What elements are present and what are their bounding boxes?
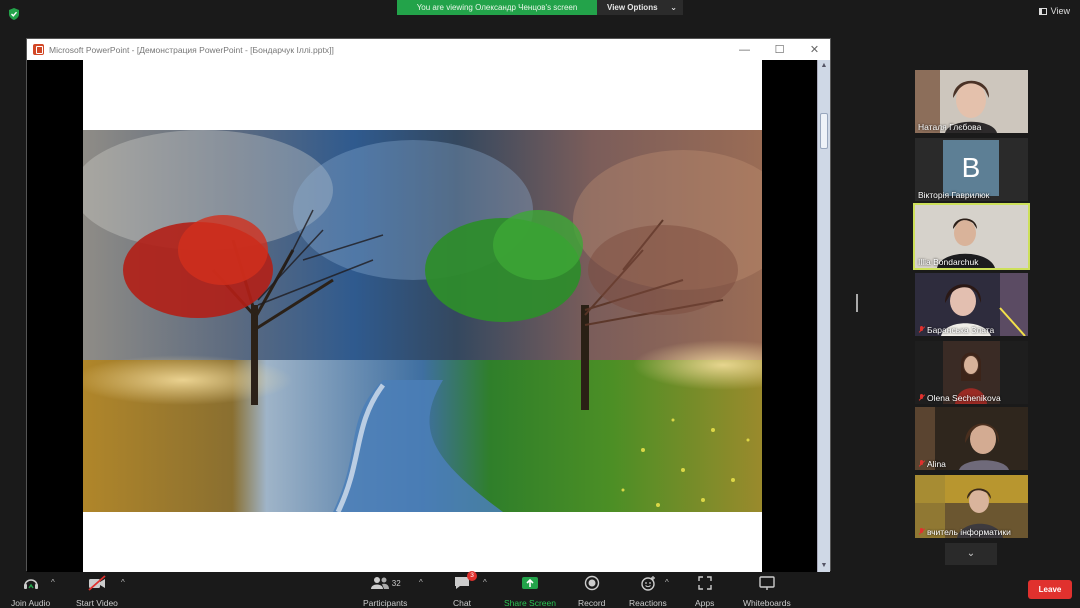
reactions-options-caret[interactable]: ^ [665,578,669,587]
participant-name: Баранська Злата [918,325,994,335]
powerpoint-window-title: Microsoft PowerPoint - [Демонстрация Pow… [49,44,334,55]
participant-tile[interactable]: Баранська Злата [915,273,1028,336]
mic-muted-icon [918,528,925,536]
join-audio-button[interactable]: Join Audio [11,574,50,608]
powerpoint-titlebar: Microsoft PowerPoint - [Демонстрация Pow… [27,39,830,60]
apps-label: Apps [695,598,715,608]
record-button[interactable]: Record [578,574,605,608]
participant-tile[interactable]: Наталя Глєбова [915,70,1028,133]
view-options-button[interactable]: View Options ⌄ [597,0,683,15]
video-off-icon [87,574,107,592]
reactions-button[interactable]: Reactions [629,574,667,608]
participants-count: 32 [391,578,401,588]
scroll-participants-down-button[interactable]: ⌄ [945,543,997,565]
view-options-label: View Options [607,3,658,12]
viewing-screen-label: You are viewing Олександр Ченцов's scree… [397,0,597,15]
chat-icon: 3 [453,571,477,592]
shield-icon[interactable] [7,7,21,21]
participant-name: Наталя Глєбова [918,122,982,132]
mic-muted-icon [918,394,925,402]
participant-name: Вікторія Гаврилюк [918,190,990,200]
share-screen-button[interactable]: Share Screen [504,574,556,608]
chat-button[interactable]: 3 Chat [453,571,477,608]
participant-name: Alina [918,459,946,469]
mic-muted-icon [918,460,925,468]
start-video-button[interactable]: Start Video [76,574,118,608]
mic-muted-icon [918,326,925,334]
scroll-thumb[interactable] [820,113,828,149]
record-icon [584,574,600,592]
video-options-caret[interactable]: ^ [121,578,125,587]
whiteboard-icon [758,574,776,592]
share-screen-icon [521,574,539,592]
screen-share-banner: You are viewing Олександр Ченцов's scree… [397,0,683,15]
join-audio-label: Join Audio [11,598,51,608]
headphones-icon [22,574,40,592]
participant-tile[interactable]: Alina [915,407,1028,470]
apps-button[interactable]: Apps [695,574,714,608]
participant-tile-active-speaker[interactable]: Illia Bondarchuk [913,203,1030,270]
reactions-icon [640,574,656,592]
leave-button[interactable]: Leave [1028,580,1072,599]
participant-name: Olena Sechenikova [918,393,1001,403]
chat-unread-badge: 3 [467,571,477,581]
close-icon: ✕ [809,44,820,56]
zoom-meeting-window: You are viewing Олександр Ченцов's scree… [0,0,1080,608]
powerpoint-icon [33,44,44,55]
view-button[interactable]: View [1038,6,1070,16]
start-video-label: Start Video [76,598,118,608]
panel-resize-handle[interactable] [856,294,858,312]
record-label: Record [578,598,606,608]
participants-button[interactable]: 32 Participants [363,574,407,608]
view-label: View [1050,6,1070,16]
participant-tile[interactable]: Olena Sechenikova [915,341,1028,404]
chat-options-caret[interactable]: ^ [483,578,487,587]
participant-name: вчитель інформатики [918,527,1011,537]
audio-options-caret[interactable]: ^ [51,578,55,587]
whiteboards-button[interactable]: Whiteboards [743,574,791,608]
avatar: B [943,140,999,196]
minimize-icon: — [739,43,750,56]
participants-label: Participants [363,598,408,608]
apps-icon [697,574,713,592]
participants-icon: 32 [370,574,401,592]
scroll-up-icon[interactable]: ▲ [818,61,830,71]
speaker-view-icon [1038,7,1047,15]
maximize-icon: ☐ [774,44,785,56]
four-seasons-tree-image [83,130,762,512]
reactions-label: Reactions [629,598,667,608]
slide-show-area [27,60,819,572]
participant-tile[interactable]: вчитель інформатики [915,475,1028,538]
whiteboards-label: Whiteboards [743,598,791,608]
share-screen-label: Share Screen [504,598,556,608]
chevron-down-icon: ⌄ [670,3,677,12]
shared-powerpoint-window: Microsoft PowerPoint - [Демонстрация Pow… [26,38,831,572]
vertical-scrollbar[interactable]: ▲ ▼ [817,60,830,572]
chevron-down-icon: ⌄ [966,548,976,559]
scroll-down-icon[interactable]: ▼ [818,561,830,571]
participant-tile[interactable]: B Вікторія Гаврилюк [915,138,1028,201]
chat-label: Chat [453,598,471,608]
participant-name: Illia Bondarchuk [918,257,979,267]
participants-options-caret[interactable]: ^ [419,578,423,587]
